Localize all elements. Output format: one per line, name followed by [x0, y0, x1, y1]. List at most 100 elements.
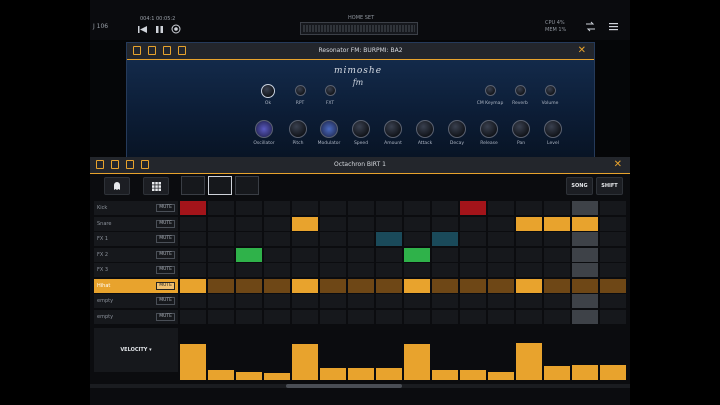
pattern-slot-selected[interactable] [208, 176, 232, 195]
step-cell[interactable] [544, 309, 570, 324]
step-cell[interactable] [236, 294, 262, 308]
step-cell[interactable] [292, 201, 318, 215]
step-cell[interactable] [544, 247, 570, 262]
step-cell[interactable] [432, 201, 458, 215]
velocity-bar[interactable] [600, 365, 626, 380]
step-cell[interactable] [488, 263, 514, 277]
step-cell[interactable] [600, 201, 626, 215]
track-row[interactable]: Snare MUTE [94, 216, 178, 231]
release-knob[interactable] [480, 120, 498, 138]
step-cell[interactable] [180, 294, 206, 308]
step-cell[interactable] [572, 201, 598, 215]
step-cell[interactable] [572, 232, 598, 246]
step-cell[interactable] [600, 309, 626, 324]
step-cell[interactable] [236, 201, 262, 215]
pause-button[interactable] [154, 24, 164, 34]
step-cell[interactable] [264, 278, 290, 293]
step-cell[interactable] [544, 263, 570, 277]
step-cell[interactable] [376, 263, 402, 277]
step-cell[interactable] [460, 263, 486, 277]
step-cell[interactable] [516, 309, 542, 324]
step-cell[interactable] [488, 201, 514, 215]
velocity-bar[interactable] [180, 344, 206, 380]
step-cell[interactable] [516, 294, 542, 308]
step-cell[interactable] [516, 278, 542, 293]
step-cell[interactable] [488, 294, 514, 308]
step-cell[interactable] [320, 201, 346, 215]
step-cell[interactable] [404, 232, 430, 246]
step-cell[interactable] [208, 247, 234, 262]
step-cell[interactable] [320, 247, 346, 262]
step-cell[interactable] [572, 263, 598, 277]
step-cell[interactable] [264, 309, 290, 324]
attack-knob[interactable] [416, 120, 434, 138]
cm-keymap-knob[interactable] [485, 85, 496, 96]
horizontal-scrollbar[interactable] [90, 384, 630, 388]
step-cell[interactable] [460, 201, 486, 215]
step-cell[interactable] [460, 232, 486, 246]
instrument-button[interactable] [104, 177, 130, 195]
step-cell[interactable] [292, 216, 318, 231]
step-cell[interactable] [600, 278, 626, 293]
velocity-bar[interactable] [264, 372, 290, 380]
track-row[interactable]: FX 2 MUTE [94, 247, 178, 262]
step-cell[interactable] [600, 247, 626, 262]
step-cell[interactable] [432, 278, 458, 293]
step-cell[interactable] [320, 278, 346, 293]
step-cell[interactable] [320, 263, 346, 277]
velocity-bar[interactable] [404, 344, 430, 380]
step-cell[interactable] [600, 263, 626, 277]
step-cell[interactable] [320, 216, 346, 231]
step-cell[interactable] [180, 216, 206, 231]
step-cell[interactable] [516, 216, 542, 231]
step-cell[interactable] [460, 278, 486, 293]
step-cell[interactable] [348, 294, 374, 308]
mute-button[interactable]: MUTE [156, 235, 175, 243]
step-cell[interactable] [404, 294, 430, 308]
step-cell[interactable] [208, 278, 234, 293]
routing-icon[interactable] [585, 21, 596, 32]
step-cell[interactable] [320, 309, 346, 324]
velocity-bar[interactable] [208, 369, 234, 380]
step-cell[interactable] [488, 232, 514, 246]
track-row[interactable]: FX 3 MUTE [94, 263, 178, 277]
step-cell[interactable] [404, 309, 430, 324]
velocity-selector[interactable]: VELOCITY ▾ [94, 328, 178, 372]
step-cell[interactable] [264, 263, 290, 277]
pattern-slot[interactable] [235, 176, 259, 195]
step-cell[interactable] [432, 294, 458, 308]
step-cell[interactable] [600, 216, 626, 231]
step-cell[interactable] [264, 247, 290, 262]
track-row[interactable]: empty MUTE [94, 294, 178, 308]
step-cell[interactable] [236, 263, 262, 277]
step-cell[interactable] [376, 294, 402, 308]
step-cell[interactable] [376, 278, 402, 293]
step-cell[interactable] [516, 263, 542, 277]
step-cell[interactable] [432, 247, 458, 262]
step-cell[interactable] [404, 278, 430, 293]
step-cell[interactable] [600, 294, 626, 308]
step-cell[interactable] [292, 278, 318, 293]
step-cell[interactable] [404, 263, 430, 277]
step-cell[interactable] [208, 294, 234, 308]
step-cell[interactable] [348, 232, 374, 246]
step-cell[interactable] [180, 247, 206, 262]
step-cell[interactable] [208, 232, 234, 246]
oscillator-selector[interactable] [255, 120, 273, 138]
velocity-bar[interactable] [516, 343, 542, 380]
step-cell[interactable] [376, 201, 402, 215]
step-cell[interactable] [292, 232, 318, 246]
track-row[interactable]: empty MUTE [94, 309, 178, 324]
pattern-slot[interactable] [181, 176, 205, 195]
tempo-display[interactable]: J 106 [93, 23, 108, 30]
step-cell[interactable] [348, 263, 374, 277]
scroll-thumb[interactable] [286, 384, 402, 388]
close-icon[interactable]: ✕ [614, 159, 622, 170]
velocity-bar[interactable] [572, 365, 598, 380]
track-row[interactable]: Kick MUTE [94, 201, 178, 215]
step-cell[interactable] [264, 216, 290, 231]
velocity-bar[interactable] [236, 371, 262, 380]
menu-icon[interactable] [608, 21, 619, 32]
step-cell[interactable] [572, 247, 598, 262]
step-cell[interactable] [292, 294, 318, 308]
